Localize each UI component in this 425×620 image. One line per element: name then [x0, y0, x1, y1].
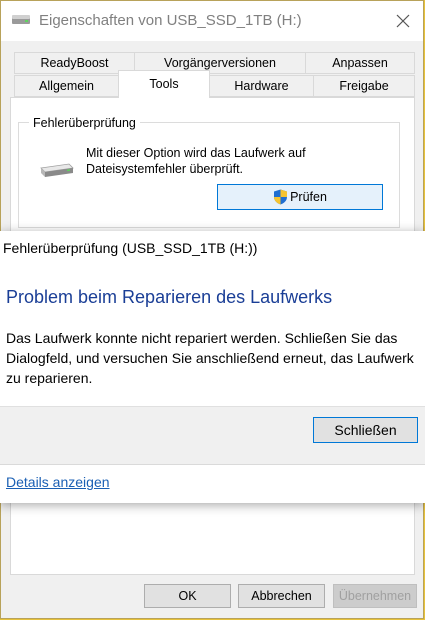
tab-allgemein[interactable]: Allgemein	[14, 75, 119, 97]
window-title: Eigenschaften von USB_SSD_1TB (H:)	[39, 12, 302, 29]
tab-freigabe[interactable]: Freigabe	[313, 75, 415, 97]
error-check-description: Mit dieser Option wird das Laufwerk auf …	[86, 146, 306, 176]
drive-icon	[12, 15, 30, 24]
details-link[interactable]: Details anzeigen	[6, 474, 110, 490]
check-button[interactable]: Prüfen	[217, 184, 383, 210]
cancel-button[interactable]: Abbrechen	[238, 584, 325, 608]
tab-anpassen[interactable]: Anpassen	[305, 52, 415, 74]
close-dialog-button[interactable]: Schließen	[313, 417, 418, 443]
close-icon[interactable]	[389, 7, 417, 35]
dialog-message: Das Laufwerk konnte nicht repariert werd…	[6, 330, 414, 386]
apply-button[interactable]: Übernehmen	[333, 584, 417, 608]
dialog-title: Fehlerüberprüfung (USB_SSD_1TB (H:))	[3, 240, 258, 256]
ok-button[interactable]: OK	[144, 584, 231, 608]
tab-hardware[interactable]: Hardware	[209, 75, 314, 97]
error-dialog: Fehlerüberprüfung (USB_SSD_1TB (H:)) Pro…	[0, 231, 425, 503]
dialog-heading: Problem beim Reparieren des Laufwerks	[6, 287, 333, 307]
hard-drive-icon	[40, 163, 74, 177]
check-button-label: Prüfen	[290, 190, 327, 204]
uac-shield-icon	[274, 189, 288, 205]
tab-readyboost[interactable]: ReadyBoost	[14, 52, 135, 74]
tab-tools[interactable]: Tools	[118, 70, 210, 98]
error-check-group-title: Fehlerüberprüfung	[29, 116, 140, 130]
title-bar: Eigenschaften von USB_SSD_1TB (H:)	[1, 1, 423, 41]
